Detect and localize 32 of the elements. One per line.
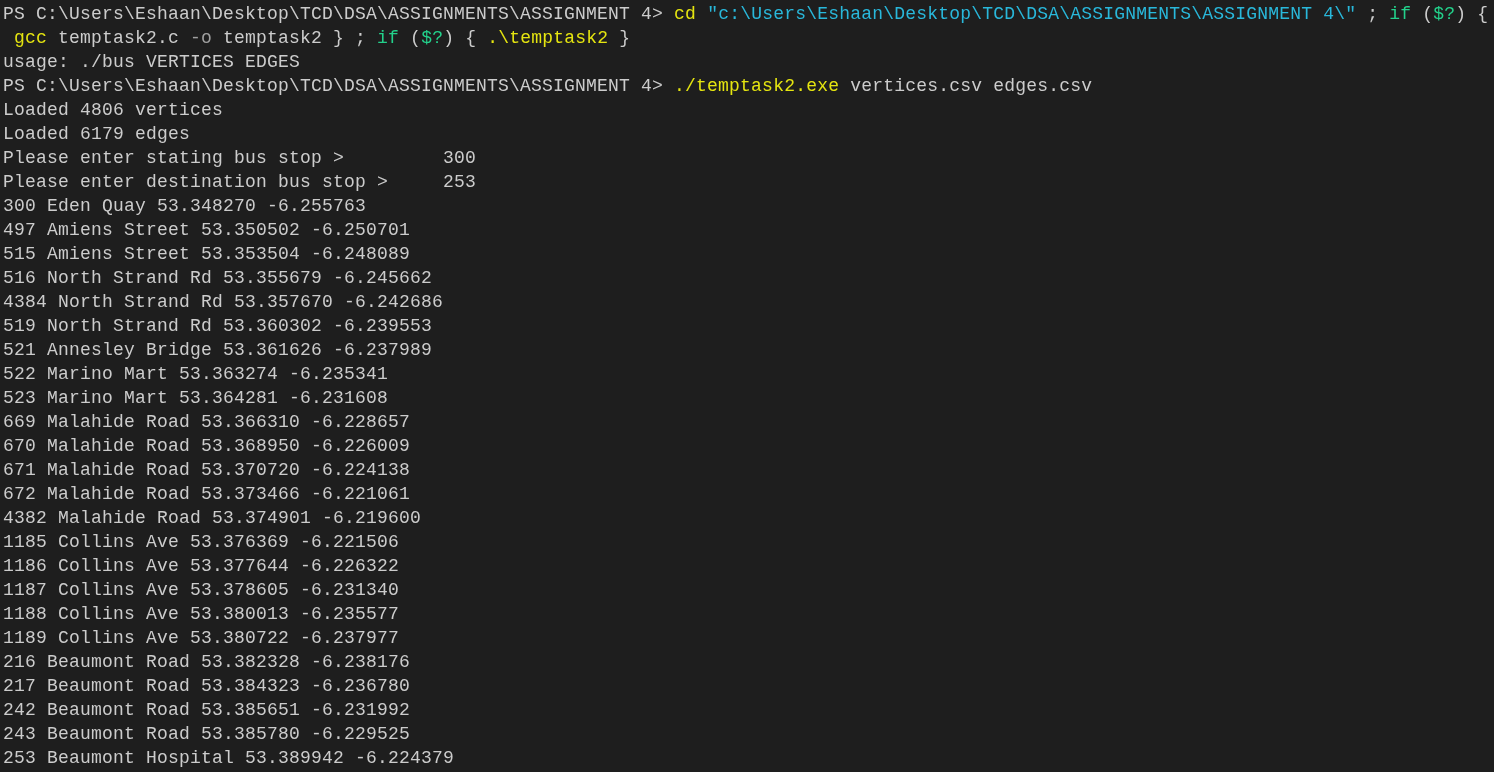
- terminal-line: 670 Malahide Road 53.368950 -6.226009: [3, 435, 411, 458]
- terminal-line: 1188 Collins Ave 53.380013 -6.235577: [3, 603, 400, 626]
- terminal-line: Loaded 6179 edges: [3, 123, 191, 146]
- terminal-line: 242 Beaumont Road 53.385651 -6.231992: [3, 699, 411, 722]
- terminal-line: PS C:\Users\Eshaan\Desktop\TCD\DSA\ASSIGNMENTS\ASSIGNMENT 4> cd "c:\Users\Eshaan\Desktop\TCD\DSA\ASSIGNMENTS\ASSIGNMENT 4\" ; if ($?) {: [3, 3, 1489, 26]
- terminal-line: 216 Beaumont Road 53.382328 -6.238176: [3, 651, 411, 674]
- terminal-line: 1189 Collins Ave 53.380722 -6.237977: [3, 627, 400, 650]
- terminal-line: 4384 North Strand Rd 53.357670 -6.242686: [3, 291, 444, 314]
- terminal-line: 1186 Collins Ave 53.377644 -6.226322: [3, 555, 400, 578]
- terminal-line: 515 Amiens Street 53.353504 -6.248089: [3, 243, 411, 266]
- terminal-line: 243 Beaumont Road 53.385780 -6.229525: [3, 723, 411, 746]
- terminal-line: PS C:\Users\Eshaan\Desktop\TCD\DSA\ASSIGNMENTS\ASSIGNMENT 4> ./temptask2.exe vertices.csv edges.csv: [3, 75, 1093, 98]
- terminal-line: 671 Malahide Road 53.370720 -6.224138: [3, 459, 411, 482]
- terminal-line: 217 Beaumont Road 53.384323 -6.236780: [3, 675, 411, 698]
- terminal-line: 672 Malahide Road 53.373466 -6.221061: [3, 483, 411, 506]
- terminal-line: 519 North Strand Rd 53.360302 -6.239553: [3, 315, 433, 338]
- terminal-line: 1185 Collins Ave 53.376369 -6.221506: [3, 531, 400, 554]
- terminal-line: 522 Marino Mart 53.363274 -6.235341: [3, 363, 389, 386]
- terminal-line: Please enter stating bus stop > 300: [3, 147, 477, 170]
- terminal-line: 1187 Collins Ave 53.378605 -6.231340: [3, 579, 400, 602]
- terminal-line: 497 Amiens Street 53.350502 -6.250701: [3, 219, 411, 242]
- terminal-line: gcc temptask2.c -o temptask2 } ; if ($?) { .\temptask2 }: [13, 27, 631, 50]
- terminal-line: Loaded 4806 vertices: [3, 99, 224, 122]
- terminal-line: 300 Eden Quay 53.348270 -6.255763: [3, 195, 367, 218]
- terminal-line: 516 North Strand Rd 53.355679 -6.245662: [3, 267, 433, 290]
- terminal-line: 253 Beaumont Hospital 53.389942 -6.224379: [3, 747, 455, 770]
- terminal-line: usage: ./bus VERTICES EDGES: [3, 51, 301, 74]
- terminal-line: 669 Malahide Road 53.366310 -6.228657: [3, 411, 411, 434]
- terminal-line: 521 Annesley Bridge 53.361626 -6.237989: [3, 339, 433, 362]
- terminal-line: 523 Marino Mart 53.364281 -6.231608: [3, 387, 389, 410]
- terminal-line: Please enter destination bus stop > 253: [3, 171, 477, 194]
- terminal-line: 4382 Malahide Road 53.374901 -6.219600: [3, 507, 422, 530]
